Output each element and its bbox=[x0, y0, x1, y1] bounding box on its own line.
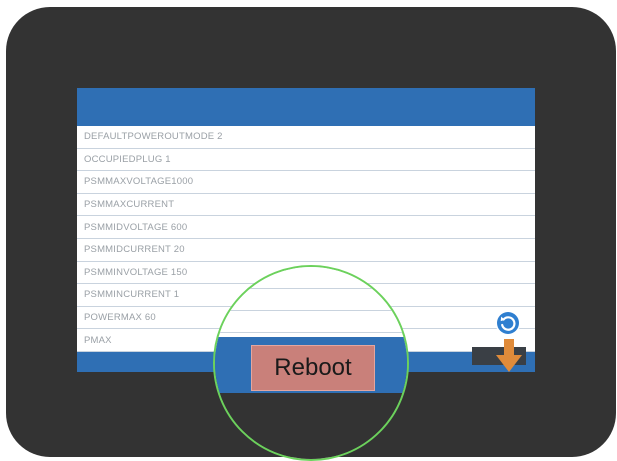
list-item[interactable]: PSMMIDCURRENT 20 bbox=[77, 239, 535, 262]
refresh-icon[interactable] bbox=[495, 310, 521, 336]
zoom-list-row bbox=[215, 267, 407, 289]
list-item-label: PSMMIDCURRENT 20 bbox=[84, 244, 185, 256]
zoom-list-row bbox=[215, 311, 407, 333]
list-item-label: PSMMAXCURRENT bbox=[84, 199, 175, 211]
list-item[interactable]: PSMMAXVOLTAGE1000 bbox=[77, 171, 535, 194]
list-item-label: POWERMAX 60 bbox=[84, 312, 156, 324]
header-bar bbox=[77, 88, 535, 126]
zoom-list-row bbox=[215, 289, 407, 311]
list-item-label: PSMMAXVOLTAGE1000 bbox=[84, 176, 194, 188]
list-item-label: OCCUPIEDPLUG 1 bbox=[84, 153, 171, 165]
list-item[interactable]: OCCUPIEDPLUG 1 bbox=[77, 149, 535, 172]
list-item-label: PSMMINVOLTAGE 150 bbox=[84, 266, 188, 278]
list-item[interactable]: PSMMIDVOLTAGE 600 bbox=[77, 216, 535, 239]
list-item-label: PSMMINCURRENT 1 bbox=[84, 289, 180, 301]
zoom-bezel bbox=[215, 393, 407, 459]
list-item-label: DEFAULTPOWEROUTMODE 2 bbox=[84, 131, 223, 143]
reboot-button[interactable]: Reboot bbox=[251, 345, 375, 391]
zoom-highlight-circle: Reboot bbox=[213, 265, 409, 461]
list-item[interactable]: PSMMAXCURRENT bbox=[77, 194, 535, 217]
list-item[interactable]: DEFAULTPOWEROUTMODE 2 bbox=[77, 126, 535, 149]
list-item-label: PSMMIDVOLTAGE 600 bbox=[84, 221, 188, 233]
scroll-down-button[interactable] bbox=[472, 347, 526, 365]
list-item-label: PMAX bbox=[84, 334, 112, 346]
